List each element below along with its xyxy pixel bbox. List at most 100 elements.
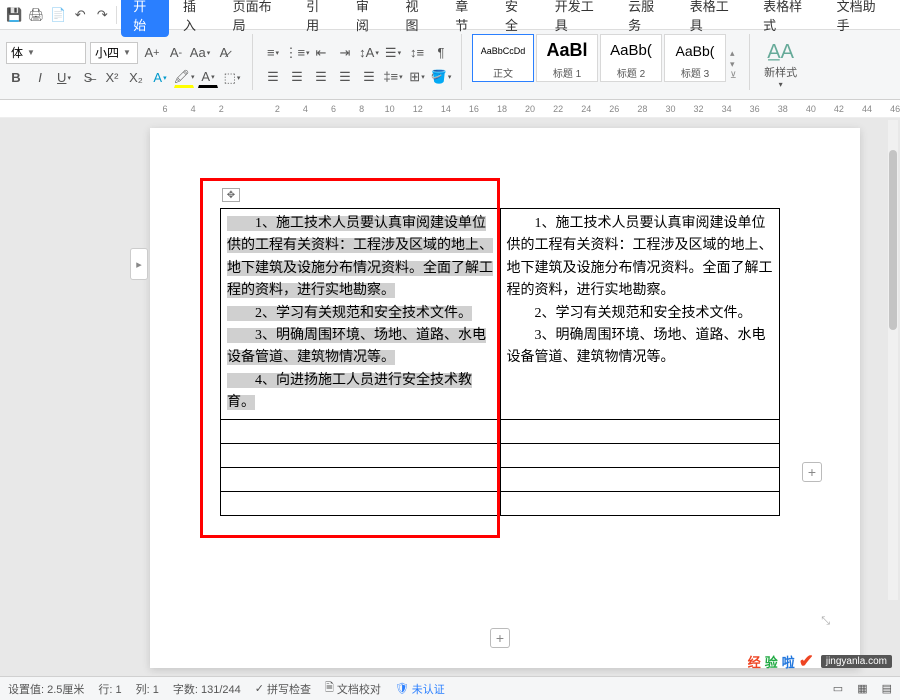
ribbon: 体▼ 小四▼ A+ A- Aa▾ A̷ B I U▾ S̶ X² X₂ A▾ 🖍…	[0, 30, 900, 100]
style-gallery: AaBbCcDd 正文 AaBl 标题 1 AaBb( 标题 2 AaBb( 标…	[472, 34, 739, 95]
vertical-scrollbar[interactable]	[888, 120, 898, 600]
menu-bar: 💾 🖨 📄 ↶ ↷ 开始 插入 页面布局 引用 审阅 视图 章节 安全 开发工具…	[0, 0, 900, 30]
font-group: 体▼ 小四▼ A+ A- Aa▾ A̷ B I U▾ S̶ X² X₂ A▾ 🖍…	[6, 34, 242, 95]
tab-start[interactable]: 开始	[121, 0, 169, 37]
status-proofread[interactable]: 🗎文档校对	[325, 679, 381, 698]
tab-tabletools[interactable]: 表格工具	[678, 0, 749, 37]
table-row[interactable]	[500, 491, 780, 515]
resize-handle-icon[interactable]: ⤡	[821, 615, 830, 628]
indent-icon[interactable]: ⇥	[335, 43, 355, 63]
tab-review[interactable]: 审阅	[344, 0, 392, 37]
align-center-icon[interactable]: ☰	[287, 67, 307, 87]
tab-tablestyle[interactable]: 表格样式	[751, 0, 822, 37]
document-page[interactable]: ✥ 1、施工技术人员要认真审阅建设单位供的工程有关资料：工程涉及区域的地上、地下…	[150, 128, 860, 668]
style-scroll-down-icon[interactable]: ▾	[730, 59, 737, 70]
outdent-icon[interactable]: ⇤	[311, 43, 331, 63]
side-panel-toggle[interactable]: ▸	[130, 248, 148, 280]
redo-icon[interactable]: ↷	[92, 4, 112, 26]
numbering-icon[interactable]: ⋮≡▾	[287, 43, 307, 63]
table-row[interactable]	[221, 467, 501, 491]
line-spacing2-icon[interactable]: ‡≡▾	[383, 67, 403, 87]
borders-icon[interactable]: ⊞▾	[407, 67, 427, 87]
tab-dochelper[interactable]: 文档助手	[825, 0, 896, 37]
italic-icon[interactable]: I	[30, 68, 50, 88]
tab-reference[interactable]: 引用	[294, 0, 342, 37]
shield-icon: 🛡	[395, 682, 409, 695]
font-name-combo[interactable]: 体▼	[6, 42, 86, 64]
status-row[interactable]: 行: 1	[98, 681, 121, 697]
shading-icon[interactable]: ⬚▾	[222, 68, 242, 88]
table-row[interactable]	[500, 419, 780, 443]
tab-cloud[interactable]: 云服务	[616, 0, 676, 37]
fill-icon[interactable]: 🪣▾	[431, 67, 451, 87]
highlight-icon[interactable]: 🖍▾	[174, 68, 194, 88]
bullets-icon[interactable]: ≡▾	[263, 43, 283, 63]
add-column-button[interactable]: +	[802, 462, 822, 482]
print-icon[interactable]: 🖨	[26, 4, 46, 26]
underline-icon[interactable]: U▾	[54, 68, 74, 88]
horizontal-ruler[interactable]: 6422468101214161820222426283032343638404…	[0, 100, 900, 118]
save-icon[interactable]: 💾	[4, 4, 24, 26]
text-effect-icon[interactable]: A▾	[150, 68, 170, 88]
align-justify-icon[interactable]: ☰	[335, 67, 355, 87]
tab-security[interactable]: 安全	[493, 0, 541, 37]
clear-format-icon[interactable]: A̷	[214, 43, 234, 63]
view-reading-icon[interactable]: ▭	[833, 682, 843, 695]
paragraph-group: ≡▾ ⋮≡▾ ⇤ ⇥ ↕A▾ ☰▾ ↕≡ ¶ ☰ ☰ ☰ ☰ ☰ ‡≡▾ ⊞▾ …	[263, 34, 451, 95]
status-bar: 设置值: 2.5厘米 行: 1 列: 1 字数: 131/244 ✓拼写检查 🗎…	[0, 676, 900, 700]
change-case-icon[interactable]: Aa▾	[190, 43, 210, 63]
table-row[interactable]	[221, 443, 501, 467]
status-spellcheck[interactable]: ✓拼写检查	[255, 681, 311, 697]
table-move-handle-icon[interactable]: ✥	[222, 188, 240, 202]
status-indent[interactable]: 设置值: 2.5厘米	[8, 681, 84, 697]
font-size-combo[interactable]: 小四▼	[90, 42, 138, 64]
style-more-icon[interactable]: ⊻	[730, 70, 737, 81]
tab-layout[interactable]: 页面布局	[221, 0, 292, 37]
line-spacing-icon[interactable]: ☰▾	[383, 43, 403, 63]
sort-icon[interactable]: ↕≡	[407, 43, 427, 63]
subscript-icon[interactable]: X₂	[126, 68, 146, 88]
distribute-icon[interactable]: ☰	[359, 67, 379, 87]
table-cell-left[interactable]: 1、施工技术人员要认真审阅建设单位供的工程有关资料：工程涉及区域的地上、地下建筑…	[221, 209, 501, 420]
document-table[interactable]: 1、施工技术人员要认真审阅建设单位供的工程有关资料：工程涉及区域的地上、地下建筑…	[220, 208, 780, 516]
style-heading1[interactable]: AaBl 标题 1	[536, 34, 598, 82]
table-row[interactable]	[500, 467, 780, 491]
scrollbar-thumb[interactable]	[889, 150, 897, 330]
table-cell-right[interactable]: 1、施工技术人员要认真审阅建设单位供的工程有关资料：工程涉及区域的地上、地下建筑…	[500, 209, 780, 420]
align-right-icon[interactable]: ☰	[311, 67, 331, 87]
bold-icon[interactable]: B	[6, 68, 26, 88]
shrink-font-icon[interactable]: A-	[166, 43, 186, 63]
style-scroll-up-icon[interactable]: ▴	[730, 48, 737, 59]
align-left-icon[interactable]: ☰	[263, 67, 283, 87]
checkmark-icon: ✔	[799, 651, 814, 672]
style-heading3[interactable]: AaBb( 标题 3	[664, 34, 726, 82]
show-marks-icon[interactable]: ¶	[431, 43, 451, 63]
grow-font-icon[interactable]: A+	[142, 43, 162, 63]
style-heading2[interactable]: AaBb( 标题 2	[600, 34, 662, 82]
tab-insert[interactable]: 插入	[171, 0, 219, 37]
tab-devtools[interactable]: 开发工具	[543, 0, 614, 37]
new-style-button[interactable]: A̲A 新样式 ▾	[760, 34, 802, 95]
status-col[interactable]: 列: 1	[136, 681, 159, 697]
view-web-icon[interactable]: ▤	[882, 682, 892, 695]
document-area: ✥ 1、施工技术人员要认真审阅建设单位供的工程有关资料：工程涉及区域的地上、地下…	[0, 118, 900, 678]
style-normal[interactable]: AaBbCcDd 正文	[472, 34, 534, 82]
table-row[interactable]	[221, 419, 501, 443]
text-direction-icon[interactable]: ↕A▾	[359, 43, 379, 63]
undo-icon[interactable]: ↶	[70, 4, 90, 26]
superscript-icon[interactable]: X²	[102, 68, 122, 88]
tab-chapter[interactable]: 章节	[443, 0, 491, 37]
strike-icon[interactable]: S̶	[78, 68, 98, 88]
preview-icon[interactable]: 📄	[48, 4, 68, 26]
view-print-icon[interactable]: ▦	[857, 682, 867, 695]
check-icon: ✓	[255, 682, 264, 695]
font-color-icon[interactable]: A▾	[198, 68, 218, 88]
add-row-button[interactable]: +	[490, 628, 510, 648]
table-row[interactable]	[500, 443, 780, 467]
tab-view[interactable]: 视图	[394, 0, 442, 37]
doc-icon: 🗎	[325, 679, 334, 698]
status-auth[interactable]: 🛡未认证	[395, 681, 445, 697]
status-words[interactable]: 字数: 131/244	[173, 681, 241, 697]
watermark: 经验啦 ✔ jingyanla.com	[748, 651, 892, 672]
table-row[interactable]	[221, 491, 501, 515]
